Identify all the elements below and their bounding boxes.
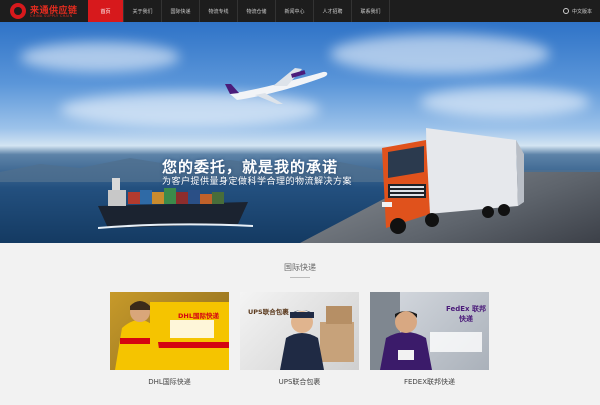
banner-subheadline: 为客户提供量身定做科学合理的物流解决方案 [162, 177, 353, 187]
main-menu: 首页 关于我们 国际快递 物流专线 物流仓储 新闻中心 人才招聘 联系我们 [88, 0, 390, 22]
service-card-dhl[interactable]: DHL国际快递 [110, 292, 229, 370]
dhl-image [115, 301, 229, 370]
nav-item-contact[interactable]: 联系我们 [352, 0, 390, 22]
language-switch[interactable]: 中文版本 [562, 0, 592, 22]
nav-item-warehousing[interactable]: 物流仓储 [238, 0, 276, 22]
service-card-fedex[interactable]: FedEx 联邦快递 [370, 292, 489, 370]
truck-illustration [382, 128, 524, 234]
logo-icon [10, 3, 26, 19]
nav-item-news[interactable]: 新闻中心 [276, 0, 314, 22]
top-navigation-bar: 来通供应链 CHINA SUPPLY CHAIN 首页 关于我们 国际快递 物流… [0, 0, 600, 22]
language-label: 中文版本 [571, 8, 592, 15]
fedex-image-caption: FedEx 联邦快递 [446, 305, 486, 323]
service-label-fedex[interactable]: FEDEX联邦快递 [370, 377, 489, 387]
service-label-ups[interactable]: UPS联合包裹 [240, 377, 359, 387]
nav-item-careers[interactable]: 人才招聘 [314, 0, 352, 22]
nav-item-home[interactable]: 首页 [88, 0, 124, 22]
service-label-dhl[interactable]: DHL国际快递 [110, 377, 229, 387]
airplane-illustration [225, 68, 328, 104]
hero-banner: 您的委托，就是我的承诺 为客户提供量身定做科学合理的物流解决方案 [0, 22, 600, 243]
cloud [330, 34, 550, 74]
section-title: 国际快递 [284, 263, 316, 272]
globe-icon [562, 8, 569, 14]
logo-subtitle: CHINA SUPPLY CHAIN [30, 14, 73, 18]
ups-image [280, 306, 354, 370]
nav-item-logistics-lines[interactable]: 物流专线 [200, 0, 238, 22]
nav-item-about[interactable]: 关于我们 [124, 0, 162, 22]
cloud [420, 87, 590, 117]
service-card-ups[interactable]: UPS联合包裹 [240, 292, 359, 370]
ups-image-caption: UPS联合包裹 [248, 308, 289, 316]
nav-item-international-express[interactable]: 国际快递 [162, 0, 200, 22]
section-divider [290, 277, 310, 278]
dhl-image-caption: DHL国际快递 [178, 312, 219, 320]
cloud [20, 42, 180, 72]
